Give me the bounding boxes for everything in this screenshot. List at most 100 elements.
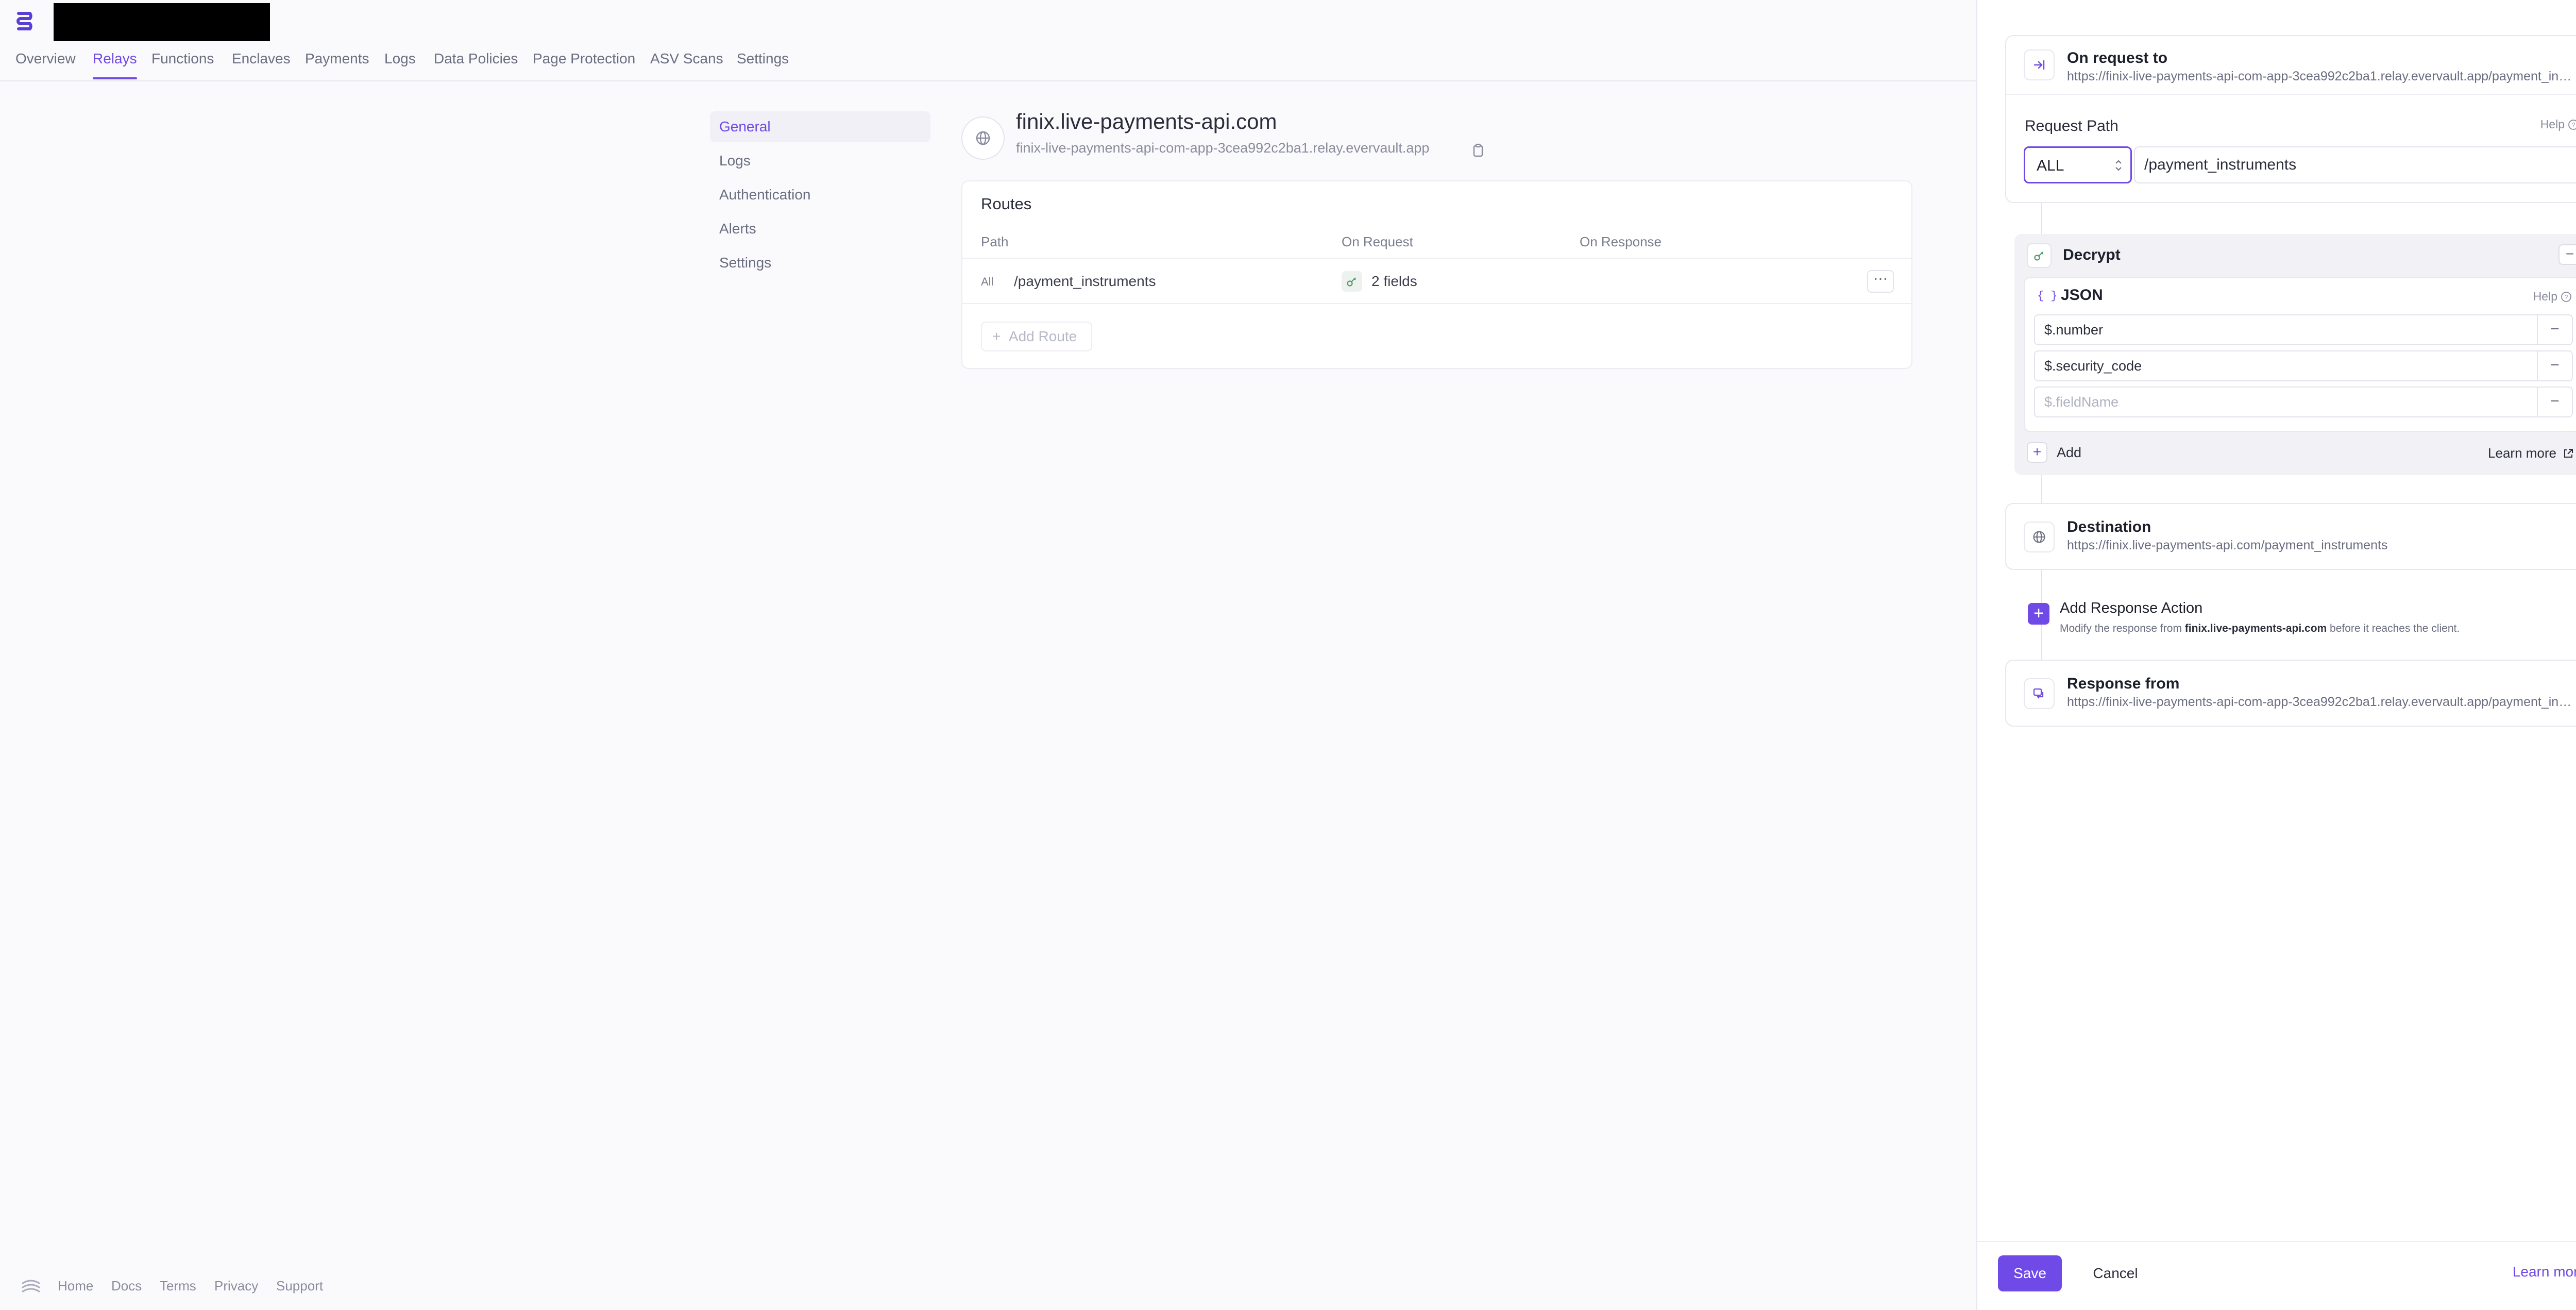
request-path-label: Request Path — [2025, 117, 2119, 135]
routes-card: Routes Path On Request On Response All /… — [961, 180, 1912, 369]
nav-asv-scans[interactable]: ASV Scans — [650, 51, 723, 67]
method-select-value: ALL — [2037, 157, 2064, 174]
side-item-authentication[interactable]: Authentication — [710, 179, 930, 210]
table-row[interactable]: All /payment_instruments 2 fields ⋯ — [962, 259, 1911, 303]
decrypt-remove-button[interactable]: − — [2558, 244, 2576, 265]
destination-url: https://finix.live-payments-api.com/paym… — [2067, 538, 2388, 552]
side-item-alerts[interactable]: Alerts — [710, 213, 930, 244]
copy-icon[interactable] — [1472, 143, 1485, 158]
help-label: Help — [2540, 117, 2565, 131]
divider — [962, 303, 1911, 304]
side-item-settings[interactable]: Settings — [710, 247, 930, 278]
external-link-icon — [2563, 448, 2574, 459]
routes-title: Routes — [981, 195, 1032, 213]
request-card: On request to https://finix-live-payment… — [2005, 35, 2576, 203]
json-title: JSON — [2061, 287, 2103, 304]
nav-overview[interactable]: Overview — [15, 51, 76, 67]
logo-icon — [16, 12, 32, 30]
json-help[interactable]: Help ? — [2533, 290, 2572, 304]
evervault-logo[interactable] — [12, 10, 37, 32]
save-button[interactable]: Save — [1998, 1255, 2062, 1291]
footer-privacy[interactable]: Privacy — [214, 1278, 258, 1294]
chevron-updown-icon — [2114, 158, 2123, 173]
response-url: https://finix-live-payments-api-com-app-… — [2067, 695, 2572, 709]
nav-payments[interactable]: Payments — [305, 51, 369, 67]
decrypt-learn-more-link[interactable]: Learn more — [2488, 445, 2574, 461]
footer-home[interactable]: Home — [58, 1278, 93, 1294]
relay-title: finix.live-payments-api.com — [1016, 109, 1277, 133]
learn-more-label: Learn more — [2512, 1264, 2576, 1280]
column-header-on-request: On Request — [1342, 234, 1413, 249]
route-more-button[interactable]: ⋯ — [1867, 270, 1894, 293]
nav-functions[interactable]: Functions — [151, 51, 214, 67]
nav-enclaves[interactable]: Enclaves — [232, 51, 291, 67]
relay-globe-icon — [961, 116, 1005, 160]
divider — [1977, 1241, 2576, 1242]
route-method: All — [981, 275, 994, 288]
help-circle-icon: ? — [2568, 119, 2576, 130]
side-item-general[interactable]: General — [710, 111, 930, 142]
divider — [2006, 94, 2576, 95]
help-label: Help — [2533, 290, 2557, 303]
field-row: − — [2034, 387, 2573, 417]
add-route-label: Add Route — [1008, 328, 1077, 344]
add-field-label: Add — [2057, 444, 2082, 460]
response-return-icon — [2024, 678, 2055, 709]
help-circle-icon: ? — [2561, 291, 2572, 303]
nav-data-policies[interactable]: Data Policies — [434, 51, 518, 67]
footer-logo-icon[interactable] — [21, 1279, 41, 1296]
nav-relays[interactable]: Relays — [93, 51, 137, 79]
json-fields-card: { } JSON Help ? − − − — [2024, 277, 2576, 432]
field-row: − — [2034, 314, 2573, 345]
cancel-button[interactable]: Cancel — [2084, 1255, 2146, 1291]
destination-globe-icon — [2024, 522, 2055, 552]
plus-icon: + — [2027, 442, 2047, 463]
nav-logs[interactable]: Logs — [384, 51, 416, 67]
destination-title: Destination — [2067, 518, 2151, 535]
decrypt-action: Decrypt − { } JSON Help ? − − − — [2014, 234, 2576, 475]
request-path-help[interactable]: Help ? — [2540, 117, 2576, 131]
add-route-button[interactable]: + Add Route — [981, 322, 1092, 351]
column-header-path: Path — [981, 234, 1009, 249]
method-select[interactable]: ALL — [2024, 146, 2132, 183]
request-url: https://finix-live-payments-api-com-app-… — [2067, 69, 2572, 83]
learn-more-link[interactable]: Learn more — [2513, 1264, 2576, 1280]
nav-settings[interactable]: Settings — [737, 51, 789, 67]
route-editor-drawer: On request to https://finix-live-payment… — [1976, 0, 2576, 1310]
side-item-logs[interactable]: Logs — [710, 145, 930, 176]
field-row: − — [2034, 350, 2573, 381]
remove-field-button[interactable]: − — [2537, 315, 2572, 344]
request-title: On request to — [2067, 49, 2168, 66]
redacted-org-name[interactable] — [54, 3, 270, 41]
decrypt-icon — [2027, 243, 2052, 268]
plus-icon: + — [2028, 603, 2049, 625]
learn-more-label: Learn more — [2488, 445, 2556, 461]
column-header-on-response: On Response — [1580, 234, 1662, 249]
nav-page-protection[interactable]: Page Protection — [533, 51, 635, 67]
globe-icon — [976, 131, 990, 145]
response-title: Response from — [2067, 675, 2180, 692]
destination-card[interactable]: Destination https://finix.live-payments-… — [2005, 503, 2576, 570]
svg-text:?: ? — [2565, 293, 2568, 300]
route-on-request: 2 fields — [1371, 273, 1417, 289]
request-path-input[interactable] — [2134, 146, 2576, 183]
footer-support[interactable]: Support — [276, 1278, 323, 1294]
add-response-action-description: Modify the response from finix.live-paym… — [2060, 623, 2460, 634]
add-field-button[interactable]: + Add — [2027, 442, 2081, 463]
plus-icon: + — [992, 328, 1001, 344]
footer-docs[interactable]: Docs — [111, 1278, 142, 1294]
field-path-input[interactable] — [2035, 388, 2540, 416]
top-nav: Overview Relays Functions Enclaves Payme… — [0, 41, 1976, 81]
decrypt-title: Decrypt — [2063, 246, 2121, 263]
decrypt-icon — [1342, 271, 1362, 292]
route-path: /payment_instruments — [1014, 273, 1156, 289]
footer-terms[interactable]: Terms — [160, 1278, 196, 1294]
braces-icon: { } — [2037, 290, 2058, 303]
field-path-input[interactable] — [2035, 315, 2540, 344]
remove-field-button[interactable]: − — [2537, 351, 2572, 380]
add-response-action-button[interactable]: + Add Response Action Modify the respons… — [2028, 600, 2576, 643]
response-card: Response from https://finix-live-payment… — [2005, 660, 2576, 727]
request-entry-icon — [2024, 49, 2055, 80]
remove-field-button[interactable]: − — [2537, 388, 2572, 416]
field-path-input[interactable] — [2035, 351, 2540, 380]
